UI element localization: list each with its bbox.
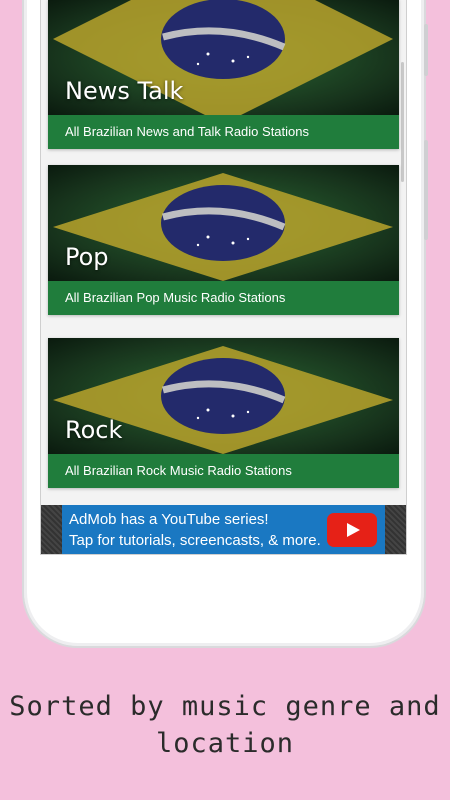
ad-banner[interactable]: AdMob has a YouTube series! Tap for tuto… xyxy=(41,505,406,554)
card-description: All Brazilian Pop Music Radio Stations xyxy=(48,281,399,315)
genre-card-pop[interactable]: Pop All Brazilian Pop Music Radio Statio… xyxy=(48,165,399,315)
brazil-flag-image: Rock xyxy=(48,338,399,454)
card-description: All Brazilian News and Talk Radio Statio… xyxy=(48,115,399,149)
card-title: News Talk xyxy=(65,77,184,105)
card-description: All Brazilian Rock Music Radio Stations xyxy=(48,454,399,488)
ad-headline: AdMob has a YouTube series! xyxy=(69,511,269,528)
genre-card-news-talk[interactable]: News Talk All Brazilian News and Talk Ra… xyxy=(48,0,399,149)
caption-line-2: location xyxy=(155,728,295,759)
card-title: Pop xyxy=(65,243,109,271)
phone-side-button xyxy=(424,24,428,76)
brazil-flag-image: News Talk xyxy=(48,0,399,115)
ad-content[interactable]: AdMob has a YouTube series! Tap for tuto… xyxy=(62,505,385,554)
promo-caption: Sorted by music genre and location xyxy=(0,688,450,762)
brazil-flag-image: Pop xyxy=(48,165,399,281)
scrollbar[interactable] xyxy=(401,62,404,182)
app-screen: News Talk All Brazilian News and Talk Ra… xyxy=(40,0,407,555)
card-title: Rock xyxy=(65,416,123,444)
youtube-play-icon[interactable] xyxy=(327,513,377,547)
genre-card-rock[interactable]: Rock All Brazilian Rock Music Radio Stat… xyxy=(48,338,399,488)
phone-side-button xyxy=(424,140,428,240)
caption-line-1: Sorted by music genre and xyxy=(9,691,441,722)
ad-subline: Tap for tutorials, screencasts, & more. xyxy=(69,532,321,549)
